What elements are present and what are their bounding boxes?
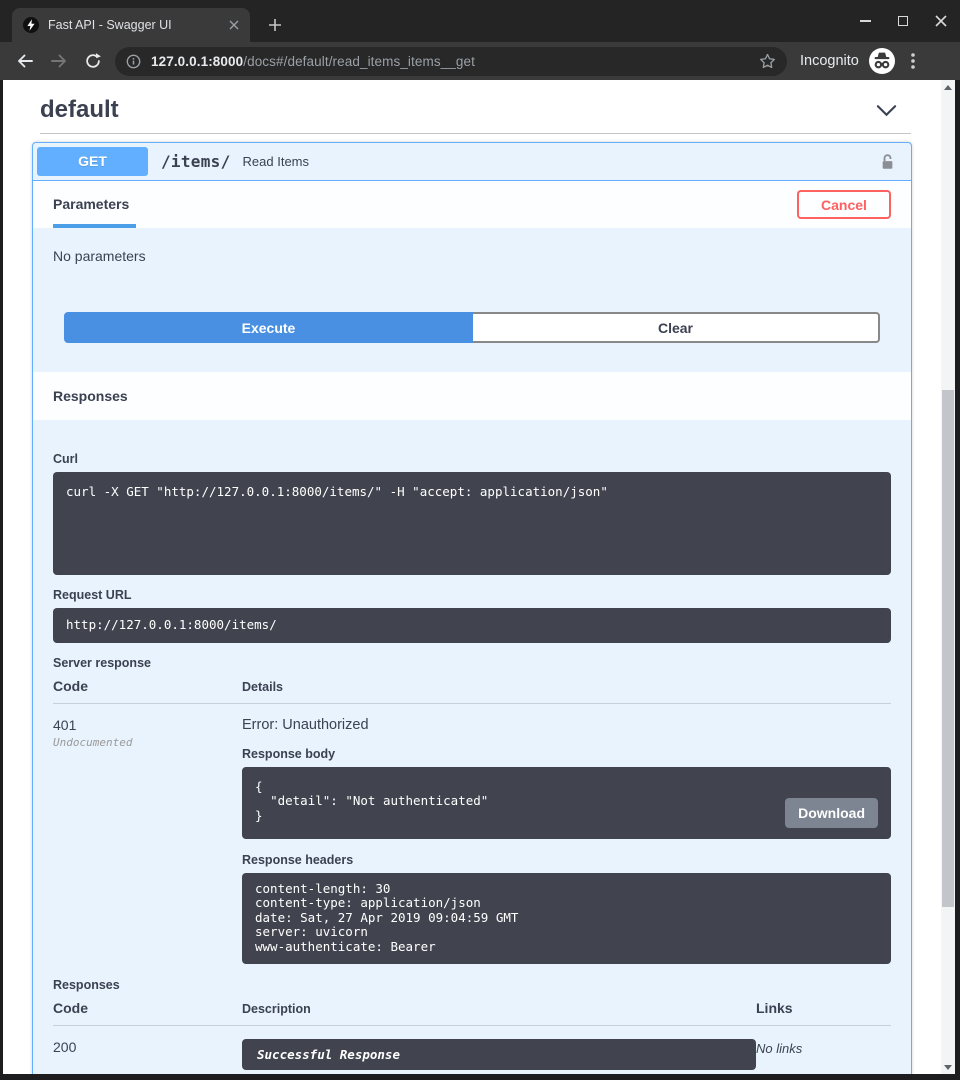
doc-response-description: Successful Response xyxy=(242,1039,756,1070)
url-host: 127.0.0.1:8000 xyxy=(151,54,243,69)
operation-path: /items/ xyxy=(161,152,231,171)
responses-body: Curl curl -X GET "http://127.0.0.1:8000/… xyxy=(33,420,911,1074)
site-info-icon[interactable] xyxy=(126,54,141,69)
responses-header: Responses xyxy=(33,372,911,420)
browser-tab[interactable]: Fast API - Swagger UI xyxy=(12,8,250,42)
request-url-value: http://127.0.0.1:8000/items/ xyxy=(53,608,891,643)
col-code-header: Code xyxy=(53,678,242,694)
forward-button[interactable] xyxy=(45,47,73,75)
response-body-label: Response body xyxy=(242,747,891,761)
server-response-row: 401 Undocumented Error: Unauthorized Res… xyxy=(53,704,891,965)
browser-toolbar: 127.0.0.1:8000/docs#/default/read_items_… xyxy=(0,42,960,80)
page-content: default GET /items/ Read Items Parameter… xyxy=(3,80,941,1074)
cancel-button[interactable]: Cancel xyxy=(797,190,891,219)
chevron-down-icon[interactable] xyxy=(876,104,897,117)
response-headers-label: Response headers xyxy=(242,853,891,867)
no-parameters-text: No parameters xyxy=(53,248,146,264)
documented-response-row: 200 Successful Response No links xyxy=(53,1026,891,1070)
documented-table-header: Code Description Links xyxy=(53,1000,891,1026)
doc-col-description-header: Description xyxy=(242,1002,756,1016)
new-tab-button[interactable] xyxy=(264,14,286,36)
page-title: default xyxy=(40,96,119,124)
tab-close-icon[interactable] xyxy=(225,17,242,34)
menu-dots-icon xyxy=(911,53,915,69)
back-icon xyxy=(16,52,34,70)
responses-title: Responses xyxy=(53,388,128,404)
doc-col-links-header: Links xyxy=(756,1000,891,1016)
scrollbar-up-arrow[interactable] xyxy=(941,81,955,93)
response-headers: content-length: 30 content-type: applica… xyxy=(242,873,891,965)
url-text[interactable]: 127.0.0.1:8000/docs#/default/read_items_… xyxy=(151,54,759,69)
browser-menu-button[interactable] xyxy=(901,47,925,75)
doc-response-links: No links xyxy=(756,1039,891,1070)
method-badge: GET xyxy=(37,147,148,176)
download-button[interactable]: Download xyxy=(785,798,878,828)
parameters-body: No parameters xyxy=(33,228,911,302)
bookmark-star-icon[interactable] xyxy=(759,53,776,70)
parameters-header: Parameters Cancel xyxy=(33,181,911,228)
tab-parameters-label: Parameters xyxy=(53,196,129,212)
documented-responses-label: Responses xyxy=(53,978,891,992)
execute-button[interactable]: Execute xyxy=(64,312,473,343)
unlock-icon[interactable] xyxy=(879,152,896,172)
tab-parameters[interactable]: Parameters xyxy=(53,181,136,228)
curl-command: curl -X GET "http://127.0.0.1:8000/items… xyxy=(53,472,891,575)
error-title: Error: Unauthorized xyxy=(242,717,891,733)
scrollbar-down-arrow[interactable] xyxy=(941,1061,955,1073)
opblock-get-items: GET /items/ Read Items Parameters Cancel… xyxy=(32,142,912,1074)
reload-button[interactable] xyxy=(79,47,107,75)
incognito-icon xyxy=(869,48,895,74)
tab-strip: Fast API - Swagger UI xyxy=(0,0,960,42)
operation-summary-text: Read Items xyxy=(243,154,879,169)
browser-window: Fast API - Swagger UI xyxy=(0,0,960,1080)
incognito-label: Incognito xyxy=(800,53,859,69)
doc-response-code: 200 xyxy=(53,1039,242,1070)
url-path: /docs#/default/read_items_items__get xyxy=(243,54,475,69)
section-divider xyxy=(40,133,911,134)
curl-label: Curl xyxy=(53,452,891,466)
window-minimize-button[interactable] xyxy=(858,14,872,28)
request-url-label: Request URL xyxy=(53,588,891,602)
address-bar[interactable]: 127.0.0.1:8000/docs#/default/read_items_… xyxy=(115,47,787,76)
doc-col-code-header: Code xyxy=(53,1000,242,1016)
tab-title: Fast API - Swagger UI xyxy=(48,18,225,32)
server-response-label: Server response xyxy=(53,656,891,670)
fastapi-favicon-icon xyxy=(23,17,39,33)
plus-icon xyxy=(268,18,282,32)
response-status-code: 401 xyxy=(53,717,242,733)
scrollbar[interactable] xyxy=(941,80,955,1074)
tag-section-header[interactable]: default xyxy=(40,96,911,124)
scrollbar-thumb[interactable] xyxy=(942,390,954,907)
window-controls xyxy=(858,0,948,42)
window-maximize-button[interactable] xyxy=(896,14,910,28)
col-details-header: Details xyxy=(242,680,891,694)
reload-icon xyxy=(84,52,102,70)
undocumented-note: Undocumented xyxy=(53,736,242,749)
operation-summary[interactable]: GET /items/ Read Items xyxy=(33,143,911,181)
server-response-table-header: Code Details xyxy=(53,678,891,704)
forward-icon xyxy=(50,52,68,70)
execute-wrapper: Execute Clear xyxy=(33,302,911,372)
window-close-button[interactable] xyxy=(934,14,948,28)
back-button[interactable] xyxy=(11,47,39,75)
clear-button[interactable]: Clear xyxy=(473,312,880,343)
